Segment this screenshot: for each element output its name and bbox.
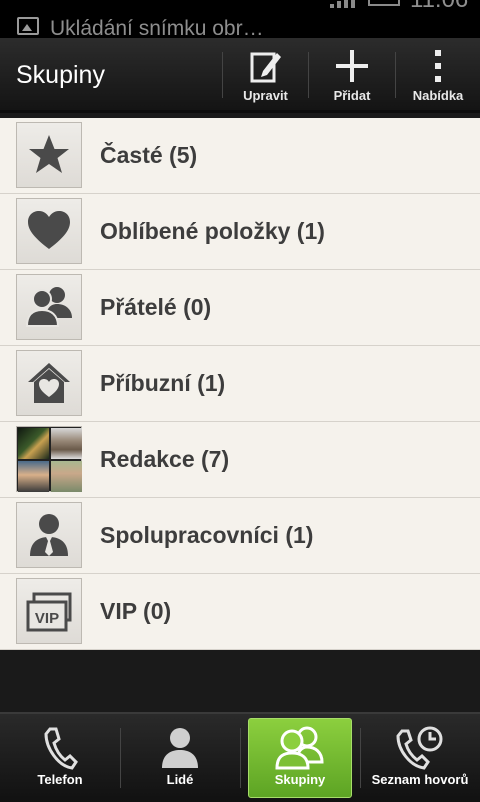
member-photo: [51, 428, 82, 459]
add-label: Přidat: [333, 88, 371, 103]
edit-label: Upravit: [243, 88, 288, 103]
bottom-tab-bar: Telefon Lidé Skupiny Seznam hovorů: [0, 712, 480, 802]
group-row-oblibene[interactable]: Oblíbené položky (1): [0, 194, 480, 270]
member-photo: [18, 428, 49, 459]
group-label: Oblíbené položky (1): [100, 218, 325, 244]
family-house-icon: [16, 350, 82, 416]
heart-icon: [16, 198, 82, 264]
group-row-caste[interactable]: Časté (5): [0, 118, 480, 194]
phone-icon: [44, 727, 78, 770]
status-bar: Ukládání snímku obr… 11:06: [0, 0, 480, 38]
group-row-redakce[interactable]: Redakce (7): [0, 422, 480, 498]
page-title: Skupiny: [16, 61, 105, 89]
tab-label: Lidé: [166, 772, 194, 787]
group-label: Časté (5): [100, 142, 198, 168]
vip-card-icon: VIP: [16, 578, 82, 644]
person-icon: [162, 728, 198, 768]
divider: [0, 649, 480, 650]
member-photo: [51, 461, 82, 492]
group-icon: [275, 726, 324, 770]
group-row-pribuzni[interactable]: Příbuzní (1): [0, 346, 480, 422]
clock: 11:06: [410, 0, 468, 14]
group-row-vip[interactable]: VIP VIP (0): [0, 574, 480, 650]
add-button[interactable]: Přidat: [309, 38, 395, 110]
group-label: Přátelé (0): [100, 294, 212, 320]
tab-label: Seznam hovorů: [371, 772, 469, 787]
tab-label: Skupiny: [274, 772, 326, 787]
tab-seznam-hovoru[interactable]: Seznam hovorů: [360, 714, 480, 802]
edit-button[interactable]: Upravit: [223, 38, 308, 110]
menu-label: Nabídka: [412, 88, 464, 103]
group-row-pratele[interactable]: Přátelé (0): [0, 270, 480, 346]
group-label: Spolupracovníci (1): [100, 522, 314, 548]
tab-skupiny[interactable]: Skupiny: [240, 714, 360, 802]
friends-icon: [16, 274, 82, 340]
group-label: VIP (0): [100, 598, 172, 624]
battery-icon: [368, 0, 400, 6]
tab-label: Telefon: [37, 772, 83, 787]
group-label: Redakce (7): [100, 446, 230, 472]
tab-telefon[interactable]: Telefon: [0, 714, 120, 802]
overflow-menu-icon: [435, 50, 441, 82]
coworker-icon: [16, 502, 82, 568]
plus-icon: [336, 50, 368, 82]
signal-icon: [330, 0, 356, 8]
star-icon: [16, 122, 82, 188]
notification-text: Ukládání snímku obr…: [50, 17, 264, 38]
group-label: Příbuzní (1): [100, 370, 226, 396]
action-bar: Skupiny Upravit Přidat Nabídka: [0, 38, 480, 113]
groups-list: Časté (5) Oblíbené položky (1) Přátelé (…: [0, 118, 480, 650]
member-photo: [18, 461, 49, 492]
tab-lide[interactable]: Lidé: [120, 714, 240, 802]
image-icon: [17, 17, 39, 35]
edit-icon: [250, 52, 281, 83]
group-row-spolupracovnici[interactable]: Spolupracovníci (1): [0, 498, 480, 574]
call-history-icon: [396, 726, 443, 770]
menu-button[interactable]: Nabídka: [396, 38, 480, 110]
svg-text:VIP: VIP: [35, 610, 59, 627]
group-photo-collage: [16, 426, 82, 492]
